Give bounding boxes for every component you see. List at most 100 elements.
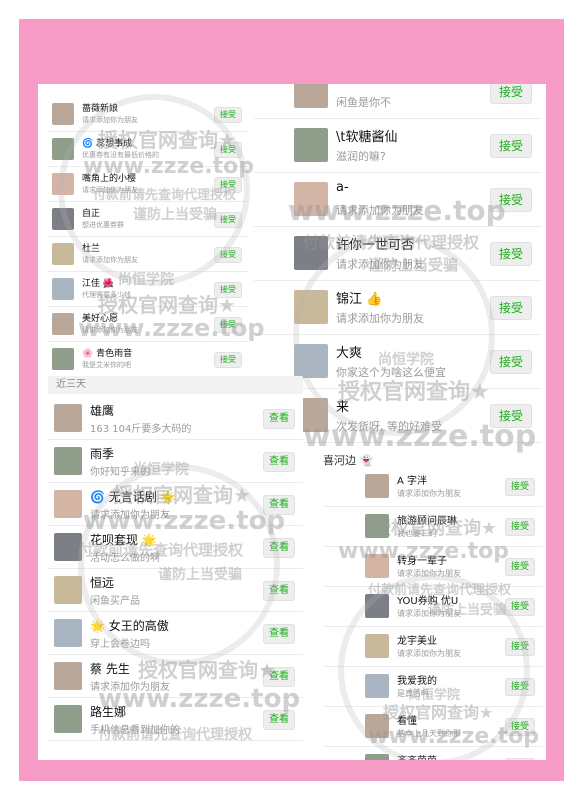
- avatar[interactable]: [365, 594, 389, 618]
- accept-button[interactable]: 接受: [214, 176, 242, 193]
- contact-message: 请求添加你为朋友: [336, 203, 424, 217]
- avatar[interactable]: [52, 312, 74, 335]
- accept-button[interactable]: 接受: [505, 518, 535, 536]
- contact-name: 杜兰: [82, 243, 101, 254]
- accept-button[interactable]: 接受: [505, 758, 535, 760]
- contact-name: a-: [336, 179, 349, 195]
- friend-request-row: 转身一辈子 请求添加你为朋友 接受: [323, 546, 543, 587]
- view-button[interactable]: 查看: [263, 666, 295, 687]
- accept-button[interactable]: 接受: [490, 84, 532, 104]
- accept-button[interactable]: 接受: [505, 678, 535, 696]
- accept-button[interactable]: 接受: [505, 598, 535, 616]
- avatar[interactable]: [54, 618, 82, 647]
- contact-name: 许你一世可否: [336, 237, 415, 253]
- contact-name: \t软糖酱仙: [336, 129, 398, 145]
- avatar[interactable]: [365, 514, 389, 538]
- avatar[interactable]: [294, 290, 328, 324]
- friend-request-row: 锦江 👍 请求添加你为朋友 接受: [254, 280, 542, 335]
- contact-message: 手机信息看到加你的: [90, 724, 180, 736]
- contact-message: 想进优惠券群: [82, 221, 124, 230]
- avatar[interactable]: [54, 532, 82, 561]
- contact-name: 龙宇美业: [397, 635, 437, 647]
- contact-name: YOU券购 优U: [397, 595, 459, 607]
- contact-name: 我爱我的: [397, 675, 437, 687]
- avatar[interactable]: [54, 446, 82, 475]
- view-button[interactable]: 查看: [263, 494, 295, 515]
- avatar[interactable]: [294, 84, 328, 108]
- contact-name: 齐齐茵茵: [397, 752, 437, 760]
- accept-button[interactable]: 接受: [214, 211, 242, 228]
- contact-message: 次发货呀, 等的好难受: [336, 419, 442, 433]
- section-label-recent: 近三天: [48, 376, 303, 394]
- contact-name: lemoo wu: [336, 84, 399, 87]
- view-button[interactable]: 查看: [263, 580, 295, 601]
- accept-button[interactable]: 接受: [214, 141, 242, 158]
- accept-button[interactable]: 接受: [214, 246, 242, 263]
- avatar[interactable]: [52, 137, 74, 160]
- view-button[interactable]: 查看: [263, 623, 295, 644]
- accept-button[interactable]: 接受: [505, 718, 535, 736]
- avatar[interactable]: [294, 236, 328, 270]
- friend-request-row: 蔷薇新娘 请求添加你为朋友 接受: [48, 96, 248, 132]
- accept-button[interactable]: 接受: [214, 351, 242, 368]
- friend-request-row: lemoo wu 闲鱼是你不 接受: [254, 84, 542, 119]
- avatar[interactable]: [54, 704, 82, 733]
- accept-button[interactable]: 接受: [505, 638, 535, 656]
- contact-message: 你家这个为啥这么便宜: [336, 365, 446, 379]
- friend-request-row: 🌸 青色雨音 我是艾米你的吧 接受: [48, 341, 248, 374]
- avatar[interactable]: [365, 674, 389, 698]
- contact-message: 请求添加你为朋友: [336, 311, 424, 325]
- friend-request-row: 旅游顾问辰琳 我也要三码 接受: [323, 506, 543, 547]
- accept-button[interactable]: 接受: [490, 350, 532, 374]
- avatar[interactable]: [365, 754, 389, 760]
- friend-request-row: 许你一世可否 请求添加你为朋友 接受: [254, 226, 542, 281]
- accept-button[interactable]: 接受: [505, 478, 535, 496]
- accept-button[interactable]: 接受: [214, 316, 242, 333]
- contact-name: A 字泮: [397, 475, 428, 487]
- contact-message: 滋润的嘛?: [336, 149, 386, 163]
- contact-message: 请求添加你为朋友: [90, 681, 170, 693]
- avatar[interactable]: [294, 182, 328, 216]
- screenshot-collage: 蔷薇新娘 请求添加你为朋友 接受 🌀 蕊想事成 优惠券有没有最低价格的 接受 嘴角上的小樱请…: [38, 84, 546, 760]
- accept-button[interactable]: 接受: [490, 296, 532, 320]
- avatar[interactable]: [54, 403, 82, 432]
- accept-button[interactable]: 接受: [490, 404, 532, 428]
- avatar[interactable]: [52, 277, 74, 300]
- avatar[interactable]: [365, 554, 389, 578]
- avatar[interactable]: [365, 714, 389, 738]
- view-button[interactable]: 查看: [263, 451, 295, 472]
- accept-button[interactable]: 接受: [505, 558, 535, 576]
- contact-message: 闲鱼是你不: [336, 95, 391, 109]
- friend-request-row: YOU券购 优U 请求添加你为朋友 接受: [323, 586, 543, 627]
- avatar[interactable]: [365, 474, 389, 498]
- contact-message: 请求添加你为朋友: [90, 509, 170, 521]
- contact-message: 163 104斤要多大码的: [90, 423, 192, 435]
- avatar[interactable]: [52, 242, 74, 265]
- view-button[interactable]: 查看: [263, 537, 295, 558]
- avatar[interactable]: [54, 489, 82, 518]
- accept-button[interactable]: 接受: [214, 281, 242, 298]
- avatar[interactable]: [294, 344, 328, 378]
- contact-name: 花呗套现 🌟: [90, 533, 157, 548]
- avatar[interactable]: [52, 347, 74, 370]
- friend-request-row: 龙宇美业 请求添加你为朋友 接受: [323, 626, 543, 667]
- friend-request-row: A 字泮 请求添加你为朋友 接受: [323, 466, 543, 507]
- friend-request-row: 我爱我的 是真否吗 接受: [323, 666, 543, 707]
- accept-button[interactable]: 接受: [490, 242, 532, 266]
- accept-button[interactable]: 接受: [490, 188, 532, 212]
- avatar[interactable]: [52, 102, 74, 125]
- contact-name: 雄鹰: [90, 404, 115, 419]
- view-button[interactable]: 查看: [263, 408, 295, 429]
- avatar[interactable]: [294, 128, 328, 162]
- avatar[interactable]: [365, 634, 389, 658]
- view-button[interactable]: 查看: [263, 709, 295, 730]
- recent-contact-row: 🌟 女王的高傲 穿上会卷边吗 查看: [48, 611, 303, 655]
- avatar[interactable]: [54, 661, 82, 690]
- accept-button[interactable]: 接受: [214, 106, 242, 123]
- avatar[interactable]: [54, 575, 82, 604]
- contact-message: 我是艾米你的吧: [82, 361, 131, 370]
- avatar[interactable]: [52, 172, 74, 195]
- avatar[interactable]: [52, 207, 74, 230]
- friend-request-row: 嘴角上的小樱 请求添加你为朋友 接受: [48, 166, 248, 202]
- accept-button[interactable]: 接受: [490, 134, 532, 158]
